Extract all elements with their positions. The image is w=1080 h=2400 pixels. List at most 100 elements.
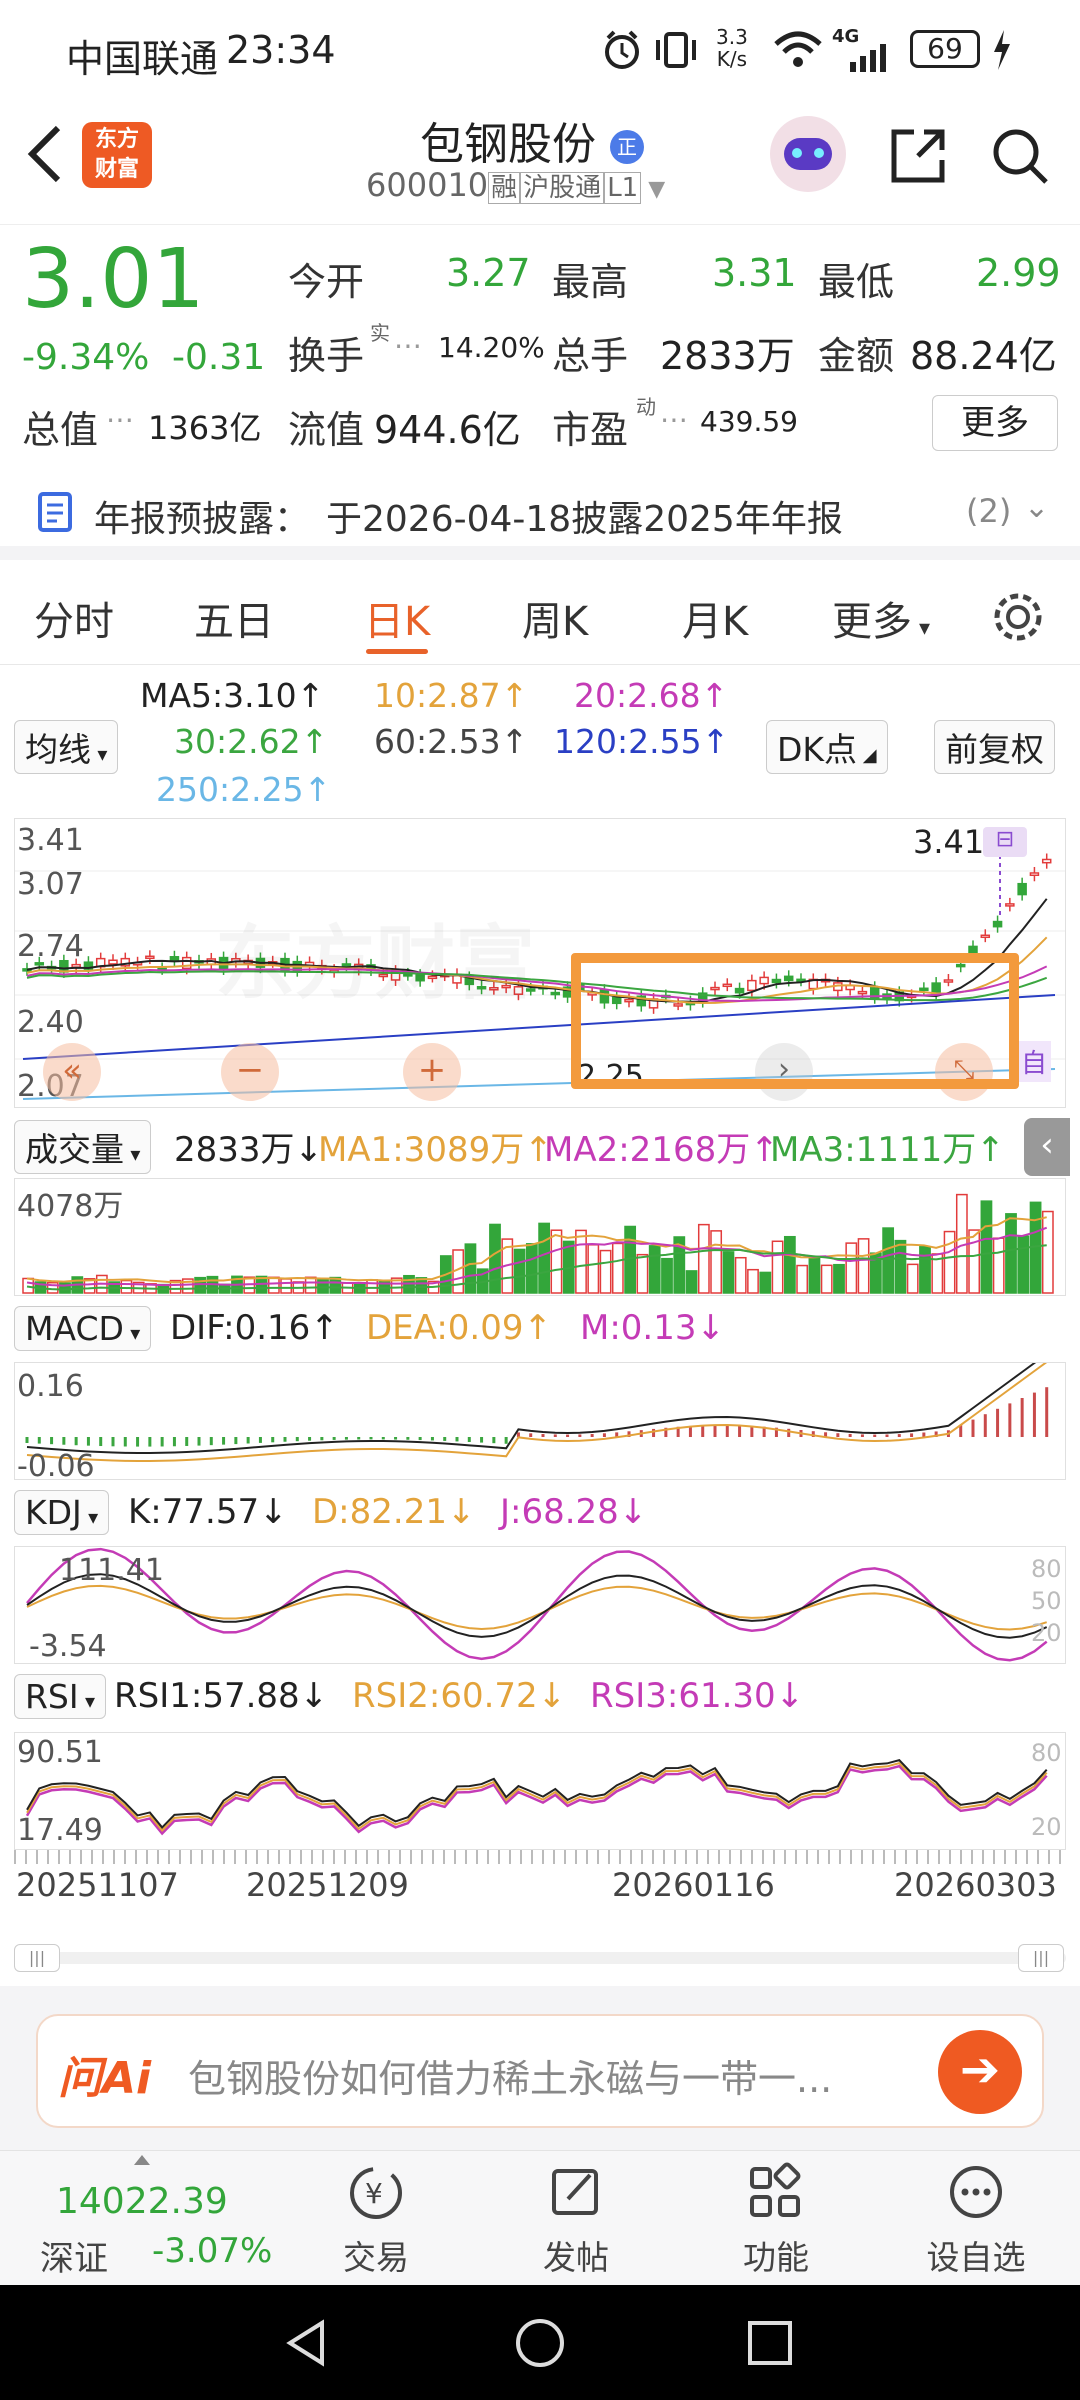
tab-five-day[interactable]: 五日 bbox=[194, 589, 274, 647]
macd-selector[interactable]: MACD ▾ bbox=[14, 1306, 152, 1351]
volume-canvas bbox=[22, 1193, 1054, 1294]
ai-question-bar[interactable]: 问Ai 包钢股份如何借力稀土永磁与一带一... ➔ bbox=[36, 2014, 1044, 2128]
candle-body bbox=[992, 920, 1003, 928]
rsi-level-20: 20 bbox=[1031, 1813, 1062, 1841]
notice-count: (2) bbox=[966, 492, 1012, 530]
fold-button[interactable]: ⊟ bbox=[983, 827, 1027, 857]
volume-bar bbox=[722, 1251, 735, 1294]
nav-add-watchlist[interactable]: 设自选 bbox=[896, 2161, 1056, 2279]
date-label-1: 20251107 bbox=[16, 1866, 179, 1904]
zoom-in-button[interactable]: + bbox=[403, 1043, 461, 1101]
zoom-out-button[interactable]: − bbox=[221, 1043, 279, 1101]
system-home-icon[interactable] bbox=[512, 2315, 568, 2371]
volume-bar bbox=[513, 1248, 526, 1294]
custom-button[interactable]: 自 bbox=[1017, 1041, 1052, 1082]
range-handle-left[interactable]: ||| bbox=[14, 1944, 60, 1972]
ai-send-icon[interactable]: ➔ bbox=[938, 2030, 1022, 2114]
volume-bar bbox=[783, 1235, 796, 1294]
nav-trade[interactable]: ¥ 交易 bbox=[296, 2161, 456, 2279]
edit-icon bbox=[552, 2169, 598, 2215]
more-button[interactable]: 更多 bbox=[932, 395, 1058, 451]
ma10-value: 10:2.87↑ bbox=[374, 676, 529, 715]
volume-bar bbox=[194, 1276, 207, 1294]
volume-bar bbox=[771, 1240, 784, 1294]
volume-bar bbox=[734, 1256, 747, 1294]
macd-top-label: 0.16 bbox=[17, 1369, 84, 1404]
volume-bar bbox=[857, 1238, 870, 1294]
nav-functions[interactable]: 功能 bbox=[696, 2161, 856, 2279]
kdj-chart[interactable]: 111.41 -3.54 80 50 20 bbox=[14, 1546, 1066, 1664]
chevron-down-icon: ⌄ bbox=[1024, 490, 1050, 525]
volume-bar bbox=[710, 1230, 723, 1294]
volume-bar bbox=[697, 1223, 710, 1294]
rsi-level-80: 80 bbox=[1031, 1739, 1062, 1767]
volume-bar bbox=[366, 1279, 379, 1294]
kdj-bottom-label: -3.54 bbox=[29, 1629, 107, 1664]
dk-button[interactable]: DK点 ◢ bbox=[766, 720, 888, 774]
stock-code-row[interactable]: 600010 融沪股通 L1 ▼ bbox=[366, 166, 665, 204]
volume-bar bbox=[1005, 1213, 1017, 1294]
volume-bar bbox=[489, 1223, 501, 1294]
announcement-bar[interactable]: 年报预披露： 于2026-04-18披露2025年年报 (2) ⌄ bbox=[0, 470, 1080, 560]
net-speed: 3.3 K/s bbox=[716, 25, 748, 71]
info-dots-icon[interactable]: ⋯ bbox=[106, 403, 134, 436]
back-icon[interactable] bbox=[22, 124, 66, 184]
tab-more[interactable]: 更多 ▾ bbox=[832, 589, 930, 647]
gear-icon[interactable] bbox=[990, 589, 1046, 645]
ma-selector[interactable]: 均线 ▾ bbox=[14, 720, 119, 774]
pe-sup: 动 bbox=[636, 395, 656, 419]
info-dots-icon[interactable]: ⋯ bbox=[660, 403, 688, 436]
nav-post-label: 发帖 bbox=[543, 2238, 609, 2277]
rsi-chart[interactable]: 90.51 17.49 80 20 bbox=[14, 1732, 1066, 1850]
volume-chart[interactable]: 4078万 bbox=[14, 1178, 1066, 1296]
volume-bar bbox=[833, 1263, 845, 1294]
open-label: 今开 bbox=[288, 260, 365, 304]
macd-chart[interactable]: 0.16 -0.06 bbox=[14, 1362, 1066, 1484]
volume-bar bbox=[317, 1277, 329, 1294]
change-amount: -0.31 bbox=[172, 337, 266, 378]
kdj-top-label: 111.41 bbox=[59, 1553, 164, 1588]
volume-ma2: MA2:2168万↑ bbox=[544, 1130, 779, 1170]
volume-bar bbox=[759, 1271, 772, 1294]
tab-weekly-k[interactable]: 周K bbox=[522, 589, 588, 647]
range-scrollbar[interactable] bbox=[14, 1952, 1066, 1964]
index-value[interactable]: 14022.39 bbox=[56, 2181, 228, 2222]
candle-body bbox=[1029, 872, 1040, 877]
tab-daily-k[interactable]: 日K bbox=[364, 589, 430, 647]
candle-body bbox=[108, 959, 118, 965]
nav-post[interactable]: 发帖 bbox=[496, 2161, 656, 2279]
rsi3-line bbox=[25, 1764, 1048, 1836]
tab-minute[interactable]: 分时 bbox=[34, 589, 114, 647]
expand-caret-icon[interactable] bbox=[134, 2155, 150, 2165]
quote-panel: 3.01 -9.34% -0.31 今开 3.27 最高 3.31 最低 2.9… bbox=[0, 225, 1080, 460]
fuquan-button[interactable]: 前复权 bbox=[934, 720, 1055, 774]
trade-icon: ¥ bbox=[350, 2167, 402, 2219]
volume-bar bbox=[120, 1279, 133, 1294]
clock: 23:34 bbox=[226, 28, 336, 72]
battery-indicator: 69 bbox=[910, 30, 980, 68]
tag-margin: 融 bbox=[488, 172, 521, 204]
kdj-selector[interactable]: KDJ ▾ bbox=[14, 1490, 110, 1535]
volume-bar bbox=[464, 1243, 477, 1294]
kdj-canvas bbox=[26, 1547, 1048, 1662]
rsi-selector[interactable]: RSI ▾ bbox=[14, 1674, 107, 1719]
ai-robot-avatar[interactable] bbox=[770, 116, 846, 192]
system-nav-bar bbox=[0, 2285, 1080, 2400]
collapse-panel-button[interactable]: ‹ bbox=[1024, 1118, 1070, 1176]
nav-add-watchlist-label: 设自选 bbox=[926, 2238, 1026, 2277]
info-dots-icon[interactable]: ⋯ bbox=[394, 329, 422, 362]
share-icon[interactable] bbox=[888, 126, 948, 186]
volume-bar bbox=[882, 1227, 895, 1294]
stock-code: 600010 bbox=[366, 166, 489, 204]
kdj-level-20: 20 bbox=[1031, 1619, 1062, 1647]
charging-icon bbox=[994, 30, 1010, 70]
system-back-icon[interactable] bbox=[280, 2315, 336, 2371]
volume-value-label: 2833万↓ bbox=[174, 1130, 324, 1170]
system-recents-icon[interactable] bbox=[742, 2315, 798, 2371]
range-handle-right[interactable]: ||| bbox=[1018, 1944, 1064, 1972]
scroll-left-button[interactable]: « bbox=[43, 1043, 101, 1101]
volume-selector[interactable]: 成交量 ▾ bbox=[14, 1120, 152, 1174]
kline-chart[interactable]: 3.41 3.07 2.74 2.40 2.07 东方财富 3.41 ⊟ 自 «… bbox=[14, 818, 1066, 1108]
search-icon[interactable] bbox=[990, 126, 1050, 186]
tab-monthly-k[interactable]: 月K bbox=[682, 589, 748, 647]
